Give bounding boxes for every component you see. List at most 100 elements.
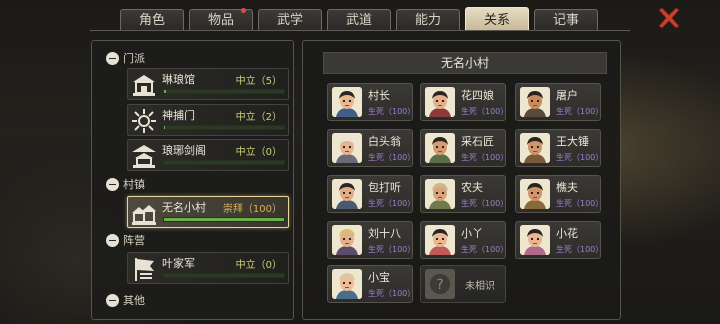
character-relation-value: 生死（100）: [461, 107, 509, 116]
favor-progress-bar: [163, 89, 285, 94]
character-card[interactable]: 刘十八 生死（100）: [327, 221, 415, 259]
character-relation-value: 生死（100）: [556, 199, 604, 208]
banner-emblem-icon: [130, 255, 158, 283]
character-avatar: [425, 133, 455, 163]
tab-label: 物品: [207, 13, 234, 28]
character-avatar: [332, 87, 362, 117]
notification-dot-icon: [241, 8, 246, 13]
character-card[interactable]: 白头翁生死（100）: [327, 129, 416, 167]
relation-category-panel[interactable]: 门派琳琅馆 中立（5） 神捕门 中立（2） 琅琊剑阁 中立（0） 村镇无名小村 崇拜（100）…: [91, 40, 294, 320]
tab-label: 记事: [552, 13, 579, 28]
section-title: 村镇: [123, 178, 145, 191]
character-name: 屠户: [556, 89, 578, 102]
character-card[interactable]: 屠户生死（100）: [515, 83, 604, 121]
collapse-minus-icon[interactable]: [106, 177, 119, 191]
section-header-3[interactable]: 其他: [106, 292, 145, 308]
character-card[interactable]: 花四娘生死（100）: [420, 83, 509, 121]
character-name: 白头翁: [368, 135, 401, 148]
character-name: 王大锤: [556, 135, 589, 148]
favor-progress-bar: [163, 273, 285, 278]
character-relation-value: 生死（100）: [461, 153, 509, 162]
tab-3[interactable]: 武道: [327, 9, 391, 31]
character-name: 小宝: [368, 271, 390, 284]
faction-item[interactable]: 琳琅馆 中立（5）: [127, 68, 289, 100]
favor-progress-bar: [163, 125, 285, 130]
svg-text:?: ?: [436, 277, 443, 293]
tab-0[interactable]: 角色: [120, 9, 184, 31]
character-relation-value: 生死（100）: [556, 153, 604, 162]
character-card[interactable]: 包打听 生死（100）: [327, 175, 416, 213]
character-avatar: [520, 179, 550, 209]
palace-emblem-icon: [130, 142, 158, 170]
village-emblem-icon: [130, 199, 158, 227]
character-card[interactable]: 小丫 生死（100）: [420, 221, 508, 259]
character-relation-value: 生死（100）: [368, 153, 416, 162]
unknown-avatar-icon: ?: [425, 269, 455, 299]
character-relation-value: 生死（100）: [368, 289, 416, 298]
faction-item[interactable]: 无名小村 崇拜（100）: [127, 196, 289, 228]
collapse-minus-icon[interactable]: [106, 293, 119, 307]
faction-item[interactable]: 琅琊剑阁 中立（0）: [127, 139, 289, 171]
character-card[interactable]: 村长生死（100）: [327, 83, 416, 121]
faction-item[interactable]: 神捕门 中立（2）: [127, 104, 289, 136]
faction-status: 中立（0）: [235, 147, 282, 158]
character-name: 刘十八: [368, 227, 401, 240]
character-relation-value: 生死（100）: [556, 107, 604, 116]
character-card[interactable]: 小花 生死（100）: [515, 221, 604, 259]
faction-name: 神捕门: [162, 109, 195, 122]
unknown-character-card[interactable]: ? 未相识: [420, 265, 506, 303]
section-header-2[interactable]: 阵营: [106, 232, 145, 248]
tab-label: 角色: [138, 13, 165, 28]
character-card[interactable]: 农夫生死（100）: [420, 175, 509, 213]
relation-character-panel[interactable]: 无名小村 村长 生死（100） 花四娘 生死（100） 屠户 生死（100） 白头翁生…: [302, 40, 621, 320]
pavilion-emblem-icon: [130, 71, 158, 99]
character-avatar: [520, 133, 550, 163]
section-header-1[interactable]: 村镇: [106, 176, 145, 192]
character-card[interactable]: 樵夫生死（100）: [515, 175, 604, 213]
character-avatar: [332, 225, 362, 255]
character-name: 采石匠: [461, 135, 494, 148]
faction-status: 崇拜（100）: [222, 204, 282, 215]
character-avatar: [332, 179, 362, 209]
faction-status: 中立（2）: [235, 112, 282, 123]
faction-name: 琳琅馆: [162, 73, 195, 86]
tab-label: 关系: [483, 13, 510, 28]
section-title: 其他: [123, 294, 145, 307]
section-title: 阵营: [123, 234, 145, 247]
tab-4[interactable]: 能力: [396, 9, 460, 31]
tab-5[interactable]: 关系: [465, 7, 529, 31]
character-avatar: [425, 179, 455, 209]
faction-status: 中立（0）: [235, 260, 282, 271]
character-relation-value: 生死（100）: [556, 245, 604, 254]
character-card[interactable]: 采石匠生死（100）: [420, 129, 509, 167]
character-relation-value: 生死（100）: [368, 199, 416, 208]
tab-label: 武道: [345, 13, 372, 28]
character-avatar: [520, 225, 550, 255]
section-title: 门派: [123, 52, 145, 65]
collapse-minus-icon[interactable]: [106, 51, 119, 65]
character-relation-value: 生死（100）: [461, 199, 509, 208]
character-relation-value: 生死（100）: [368, 107, 416, 116]
character-avatar: [425, 87, 455, 117]
faction-item[interactable]: 叶家军 中立（0）: [127, 252, 289, 284]
tab-label: 武学: [276, 13, 303, 28]
faction-status: 中立（5）: [235, 76, 282, 87]
character-card[interactable]: 王大锤生死（100）: [515, 129, 604, 167]
character-card[interactable]: 小宝生死（100）: [327, 265, 416, 303]
close-icon[interactable]: [656, 5, 682, 31]
tab-bar: 角色 物品 武学 武道 能力 关系 记事: [120, 7, 598, 31]
character-name: 花四娘: [461, 89, 494, 102]
character-name: 村长: [368, 89, 390, 102]
tab-6[interactable]: 记事: [534, 9, 598, 31]
faction-name: 叶家军: [162, 257, 195, 270]
character-name: 樵夫: [556, 181, 578, 194]
section-header-0[interactable]: 门派: [106, 50, 145, 66]
character-avatar: [332, 133, 362, 163]
character-avatar: [520, 87, 550, 117]
character-name: 未相识: [465, 281, 495, 292]
tab-2[interactable]: 武学: [258, 9, 322, 31]
character-name: 农夫: [461, 181, 483, 194]
tab-1[interactable]: 物品: [189, 8, 253, 31]
collapse-minus-icon[interactable]: [106, 233, 119, 247]
character-avatar: [332, 269, 362, 299]
